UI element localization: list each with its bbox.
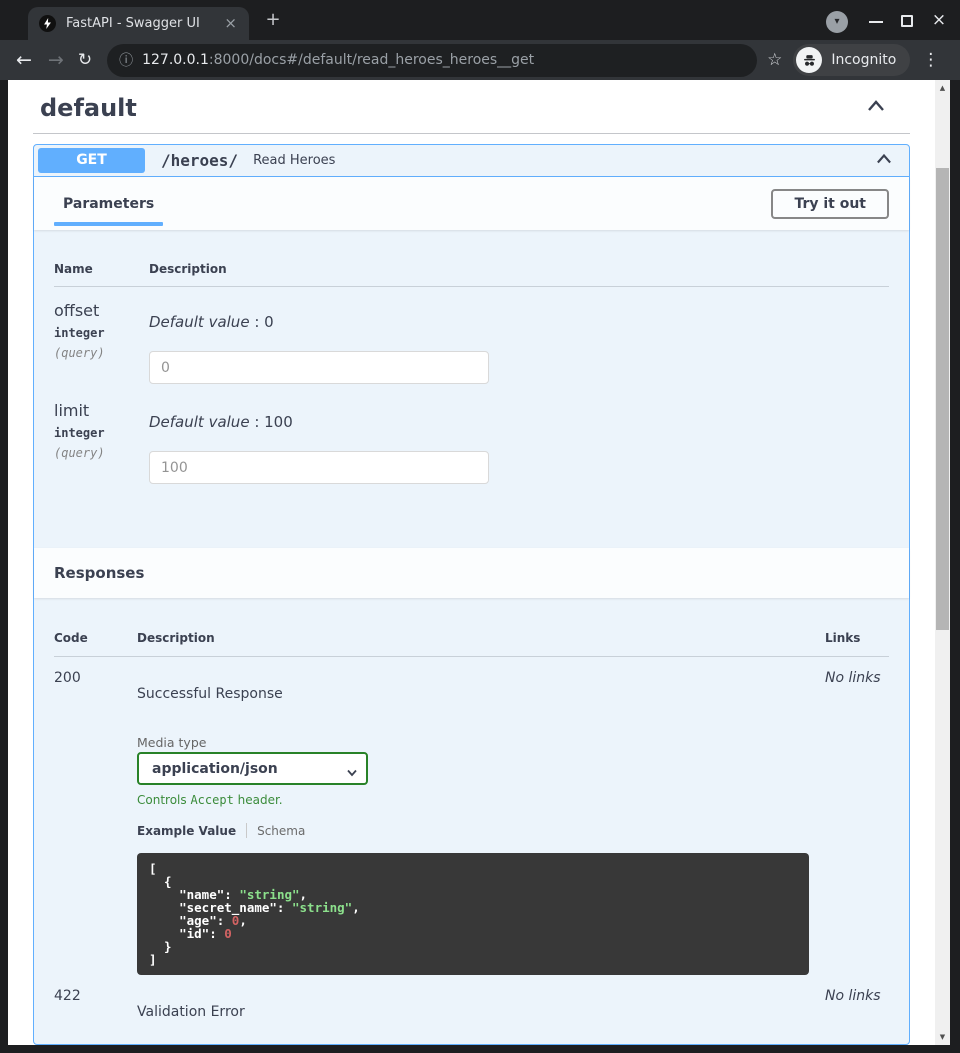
scrollbar-down-icon[interactable]: ▼	[935, 1033, 950, 1041]
tab-close-icon[interactable]: ×	[220, 14, 241, 33]
forward-icon[interactable]: →	[48, 51, 64, 70]
model-example-tabs: Example Value Schema	[137, 823, 825, 838]
operation-collapse-chevron-icon[interactable]	[875, 151, 893, 170]
window-minimize-button[interactable]	[869, 21, 883, 23]
responses-body: Code Description Links 200 Successful Re…	[34, 598, 909, 1044]
parameters-table-header: Name Description	[54, 248, 889, 287]
operation-path: /heroes/	[161, 151, 238, 170]
collapse-chevron-icon[interactable]	[866, 98, 886, 118]
reload-icon[interactable]: ↻	[78, 51, 92, 70]
parameter-type: integer	[54, 326, 149, 340]
parameter-name-cell: offset integer (query)	[54, 301, 149, 384]
tag-title: default	[40, 94, 137, 122]
parameter-name-cell: limit integer (query)	[54, 401, 149, 484]
incognito-icon	[796, 47, 822, 73]
url-host: 127.0.0.1	[142, 52, 209, 68]
col-description-header: Description	[137, 631, 825, 645]
parameter-default: Default value : 0	[149, 313, 889, 331]
default-value: : 0	[250, 313, 274, 331]
limit-input[interactable]	[149, 451, 489, 484]
response-links: No links	[825, 988, 889, 1020]
scrollbar-thumb[interactable]	[936, 168, 949, 630]
incognito-badge: Incognito	[793, 44, 910, 76]
page-scrollbar: ▲ ▼	[935, 80, 950, 1045]
swagger-page: default GET /heroes/ Read Heroes Paramet…	[8, 80, 935, 1045]
media-type-hint: Controls Accept header.	[137, 793, 825, 807]
parameter-description-cell: Default value : 100	[149, 401, 889, 484]
col-code-header: Code	[54, 631, 137, 645]
offset-input[interactable]	[149, 351, 489, 384]
parameter-type: integer	[54, 426, 149, 440]
tab-parameters: Parameters	[54, 196, 163, 212]
fastapi-favicon-icon	[39, 15, 56, 32]
response-description-cell: Validation Error	[137, 988, 825, 1020]
window-close-button[interactable]: ×	[929, 10, 949, 30]
try-it-out-button[interactable]: Try it out	[771, 189, 889, 219]
browser-menu-icon[interactable]: ⋮	[922, 50, 939, 70]
parameter-name: limit	[54, 401, 149, 420]
bookmark-star-icon[interactable]: ☆	[767, 50, 782, 70]
back-icon[interactable]: ←	[16, 51, 32, 70]
operation-summary-text: Read Heroes	[253, 153, 335, 168]
parameter-location: (query)	[54, 346, 149, 360]
response-description: Validation Error	[137, 988, 825, 1020]
incognito-label: Incognito	[831, 52, 896, 68]
tab-title: FastAPI - Swagger UI	[66, 16, 220, 31]
tab-schema[interactable]: Schema	[257, 824, 305, 838]
browser-titlebar: FastAPI - Swagger UI × + ▾ ×	[0, 0, 960, 40]
parameters-body: Name Description offset integer (query) …	[34, 230, 909, 548]
hint-suffix: header.	[234, 793, 283, 807]
default-value: : 100	[250, 413, 293, 431]
browser-tab[interactable]: FastAPI - Swagger UI ×	[28, 7, 249, 40]
site-info-icon[interactable]: ⓘ	[119, 50, 133, 70]
address-bar[interactable]: ⓘ 127.0.0.1:8000/docs#/default/read_hero…	[107, 44, 757, 77]
responses-section-header: Responses	[34, 548, 909, 598]
hint-code: Accept	[190, 793, 233, 807]
tab-example-value[interactable]: Example Value	[137, 824, 236, 838]
parameter-row-offset: offset integer (query) Default value : 0	[54, 287, 889, 384]
window-maximize-button[interactable]	[901, 15, 913, 27]
url-path: :8000/docs#/default/read_heroes_heroes__…	[209, 52, 534, 68]
response-code: 422	[54, 988, 137, 1020]
tag-section-header[interactable]: default	[33, 80, 910, 134]
media-type-select-wrap: application/json	[137, 752, 368, 785]
browser-toolbar: ← → ↻ ⓘ 127.0.0.1:8000/docs#/default/rea…	[0, 40, 960, 80]
responses-table-header: Code Description Links	[54, 615, 889, 657]
col-links-header: Links	[825, 631, 889, 645]
media-type-select[interactable]: application/json	[137, 752, 368, 785]
col-description-header: Description	[149, 262, 889, 276]
parameter-default: Default value : 100	[149, 413, 889, 431]
new-tab-button[interactable]: +	[262, 9, 284, 31]
response-code: 200	[54, 670, 137, 975]
example-code-block: [ { "name": "string", "secret_name": "st…	[137, 853, 809, 975]
response-row-200: 200 Successful Response Media type appli…	[54, 657, 889, 975]
parameter-name: offset	[54, 301, 149, 320]
response-links: No links	[825, 670, 889, 975]
operation-summary[interactable]: GET /heroes/ Read Heroes	[34, 145, 909, 177]
col-name-header: Name	[54, 262, 149, 276]
opblock-get-heroes: GET /heroes/ Read Heroes Parameters Try …	[33, 144, 910, 1045]
parameter-row-limit: limit integer (query) Default value : 10…	[54, 387, 889, 484]
url-text: 127.0.0.1:8000/docs#/default/read_heroes…	[142, 52, 534, 68]
response-row-422: 422 Validation Error No links	[54, 975, 889, 1020]
response-description: Successful Response	[137, 670, 825, 702]
method-badge: GET	[38, 148, 145, 173]
tab-search-icon[interactable]: ▾	[826, 11, 848, 33]
scrollbar-up-icon[interactable]: ▲	[935, 84, 950, 92]
responses-label: Responses	[54, 564, 144, 582]
parameter-description-cell: Default value : 0	[149, 301, 889, 384]
hint-prefix: Controls	[137, 793, 190, 807]
media-type-block: Media type application/json Controls Acc…	[137, 735, 825, 807]
response-description-cell: Successful Response Media type applicati…	[137, 670, 825, 975]
media-type-label: Media type	[137, 735, 825, 750]
parameters-section-header: Parameters Try it out	[34, 177, 909, 230]
parameter-location: (query)	[54, 446, 149, 460]
tab-divider	[246, 823, 247, 838]
default-value-label: Default value	[149, 413, 250, 431]
default-value-label: Default value	[149, 313, 250, 331]
